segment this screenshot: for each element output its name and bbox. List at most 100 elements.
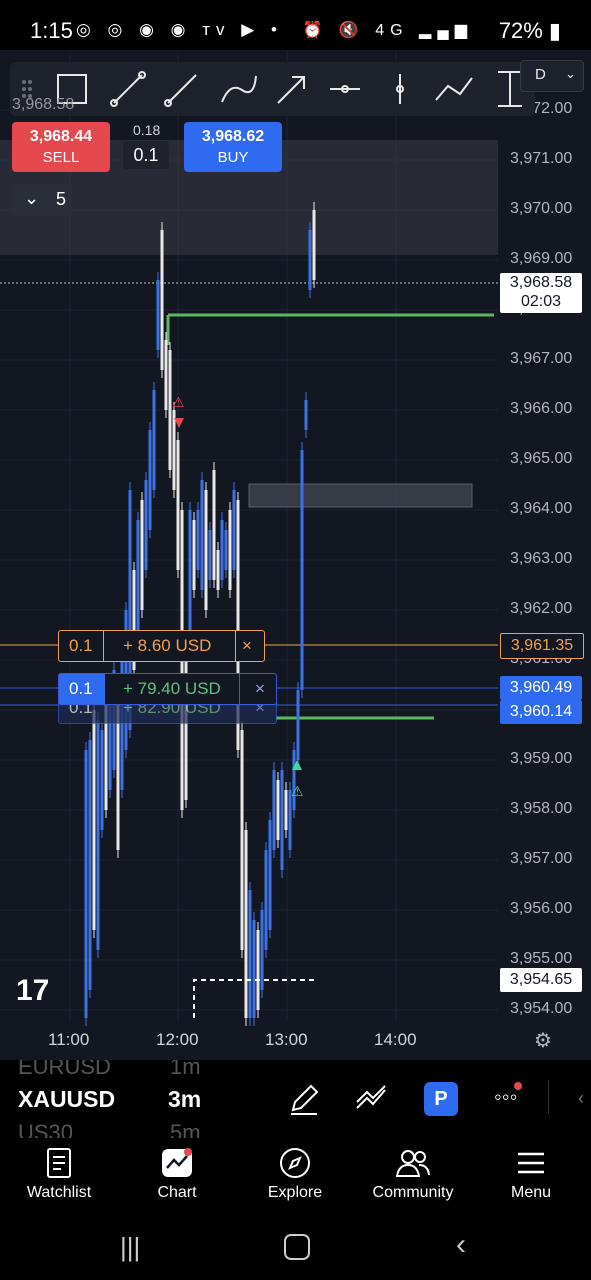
chart-area[interactable]: ⚠ ⚠ 17 3,972.00 3,971.00 3,970.00 3,969.00 3… bbox=[0, 50, 591, 1060]
prev-symbol[interactable]: EURUSD bbox=[18, 1060, 111, 1080]
candle bbox=[96, 720, 100, 950]
svg-text:⚠: ⚠ bbox=[172, 394, 185, 410]
candle bbox=[92, 710, 96, 930]
candle bbox=[216, 550, 220, 590]
price-tick: 3,970.00 bbox=[510, 200, 573, 217]
horizontal-line-icon[interactable] bbox=[326, 70, 364, 108]
candle bbox=[156, 280, 160, 350]
drawing-toolbar bbox=[10, 62, 535, 116]
next-interval[interactable]: 5m bbox=[170, 1120, 201, 1138]
interval-selector[interactable]: 3m bbox=[168, 1086, 201, 1113]
price-tick: 3,963.00 bbox=[510, 550, 573, 567]
candle bbox=[140, 500, 144, 610]
spread-value: 0.18 bbox=[133, 122, 161, 138]
close-icon[interactable]: × bbox=[242, 631, 252, 661]
prev-interval[interactable]: 1m bbox=[170, 1060, 201, 1080]
order-price-label: 3,961.35 bbox=[500, 633, 584, 659]
price-tick: 3,964.00 bbox=[510, 500, 573, 517]
candle bbox=[192, 520, 196, 590]
nav-explore[interactable]: Explore bbox=[240, 1140, 350, 1202]
candle bbox=[144, 480, 148, 570]
candle bbox=[88, 740, 92, 990]
system-navigation: ||| ‹ bbox=[0, 1220, 591, 1280]
low-price-label: 3,954.65 bbox=[500, 968, 582, 992]
price-axis[interactable]: 3,972.003,971.003,970.003,969.003,968.00… bbox=[498, 50, 591, 1060]
tradingview-logo-icon: 17 bbox=[16, 974, 49, 1007]
price-tick: 3,956.00 bbox=[510, 900, 573, 917]
candle bbox=[264, 850, 268, 950]
candle bbox=[304, 400, 308, 430]
community-icon bbox=[395, 1150, 430, 1177]
chart-icon bbox=[162, 1148, 192, 1177]
candle bbox=[292, 750, 296, 810]
trendlines-icon[interactable] bbox=[353, 1084, 389, 1114]
candle bbox=[196, 510, 200, 570]
time-tick: 13:00 bbox=[265, 1030, 308, 1049]
compass-icon bbox=[280, 1148, 310, 1178]
back-icon[interactable]: ‹ bbox=[456, 1228, 466, 1262]
watchlist-icon bbox=[47, 1148, 71, 1178]
price-tick: 3,958.00 bbox=[510, 800, 573, 817]
nav-watchlist[interactable]: Watchlist bbox=[4, 1140, 114, 1202]
symbol-selector[interactable]: XAUUSD bbox=[18, 1086, 115, 1113]
price-tick: 3,962.00 bbox=[510, 600, 573, 617]
candle bbox=[312, 210, 316, 280]
time-tick: 11:00 bbox=[48, 1030, 90, 1049]
candle bbox=[100, 730, 104, 830]
candle bbox=[252, 920, 256, 1018]
ohlc-price: 3,968.58 bbox=[12, 96, 75, 113]
candle bbox=[244, 830, 248, 1018]
time-tick: 14:00 bbox=[374, 1030, 417, 1049]
candle bbox=[268, 820, 272, 930]
time-tick: 12:00 bbox=[156, 1030, 199, 1049]
recent-apps-icon[interactable]: ||| bbox=[120, 1232, 140, 1263]
buy-button[interactable]: 3,968.62 BUY bbox=[184, 122, 282, 172]
candle bbox=[276, 780, 280, 840]
status-system-icons: ⏰ 🔇 4G ▂▄▆ bbox=[302, 22, 473, 39]
brush-icon[interactable] bbox=[216, 70, 254, 108]
symbol-bar: EURUSD 1m XAUUSD 3m US30 5m P ◦◦◦ ‹ bbox=[0, 1060, 591, 1138]
candle bbox=[148, 430, 152, 530]
candle bbox=[228, 510, 232, 590]
nav-chart[interactable]: Chart bbox=[122, 1140, 232, 1202]
nav-menu[interactable]: Menu bbox=[476, 1140, 586, 1202]
position-price-label-2: 3,960.14 bbox=[500, 700, 582, 724]
status-time: 1:15 bbox=[30, 18, 73, 43]
quantity-input[interactable]: 0.1 bbox=[123, 141, 169, 169]
bottom-navigation: Watchlist Chart Explore Community Menu bbox=[0, 1140, 591, 1220]
price-tick: 3,965.00 bbox=[510, 450, 573, 467]
candle bbox=[288, 790, 292, 850]
path-icon[interactable] bbox=[432, 70, 470, 108]
home-icon[interactable] bbox=[284, 1234, 310, 1260]
position-price-label-1: 3,960.49 bbox=[500, 676, 582, 700]
candle bbox=[284, 790, 288, 830]
candle bbox=[296, 690, 300, 760]
settings-gear-icon[interactable]: ⚙ bbox=[534, 1028, 552, 1053]
chevron-left-icon[interactable]: ‹ bbox=[578, 1088, 584, 1109]
candle bbox=[232, 490, 236, 570]
arrow-icon[interactable] bbox=[272, 70, 310, 108]
candle bbox=[240, 730, 244, 950]
candle bbox=[224, 530, 228, 570]
vertical-line-icon[interactable] bbox=[381, 70, 419, 108]
chevron-down-icon: ⌄ bbox=[565, 66, 576, 81]
close-icon[interactable]: × bbox=[255, 674, 265, 704]
price-tick: 3,966.00 bbox=[510, 400, 573, 417]
ray-icon[interactable] bbox=[162, 70, 200, 108]
broker-icon[interactable]: P bbox=[424, 1082, 458, 1116]
candle bbox=[160, 230, 164, 370]
candle bbox=[176, 440, 180, 570]
candle bbox=[256, 930, 260, 1010]
candle bbox=[172, 410, 176, 490]
sell-button[interactable]: 3,968.44 SELL bbox=[12, 122, 110, 172]
toolbar-dropdown[interactable]: D ⌄ bbox=[520, 60, 584, 92]
indicators-collapse-button[interactable]: ⌄ 5 bbox=[12, 184, 72, 216]
candle bbox=[260, 910, 264, 990]
next-symbol[interactable]: US30 bbox=[18, 1120, 73, 1138]
order-position-label[interactable]: 0.1 + 8.60 USD × bbox=[58, 630, 265, 662]
pencil-icon[interactable] bbox=[287, 1082, 321, 1116]
position-label-1[interactable]: 0.1 + 79.40 USD × bbox=[58, 673, 277, 705]
nav-community[interactable]: Community bbox=[358, 1140, 468, 1202]
trend-line-icon[interactable] bbox=[108, 70, 146, 108]
price-tick: 3,971.00 bbox=[510, 150, 573, 167]
